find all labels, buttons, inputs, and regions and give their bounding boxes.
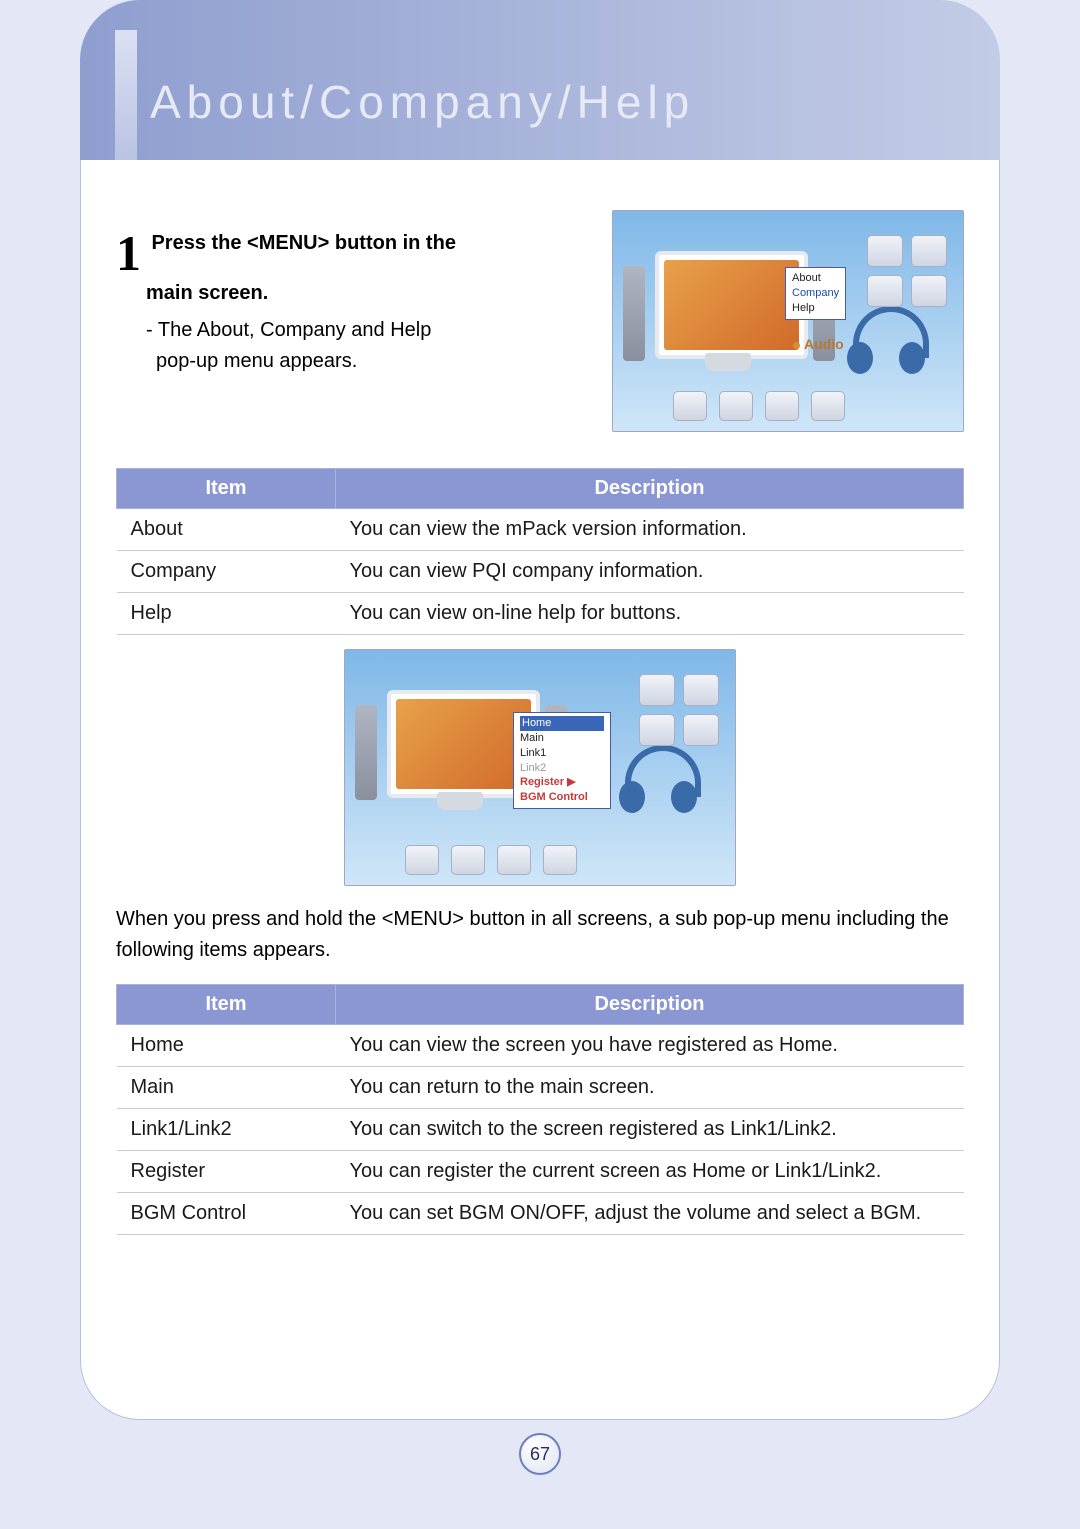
step-1-row: 1 Press the <MENU> button in the main sc… (116, 210, 964, 432)
thumb-icon (451, 845, 485, 875)
thumb-icon (543, 845, 577, 875)
thumb-grid (867, 235, 947, 307)
cell-desc: You can view the mPack version informati… (336, 509, 964, 551)
popup-item: Link2 (520, 761, 604, 776)
thumb-icon (867, 275, 903, 307)
table-row: Company You can view PQI company informa… (117, 551, 964, 593)
table-row: Help You can view on-line help for butto… (117, 593, 964, 635)
thumb-icon (811, 391, 845, 421)
popup-item: Company (792, 286, 839, 301)
thumb-icon (911, 275, 947, 307)
cell-item: Help (117, 593, 336, 635)
step-bold-line-1: Press the <MENU> button in the (151, 232, 455, 254)
bottom-icon-row (405, 845, 577, 875)
table-row: Register You can register the current sc… (117, 1151, 964, 1193)
popup-item: Main (520, 731, 604, 746)
thumb-icon (639, 674, 675, 706)
mid-paragraph: When you press and hold the <MENU> butto… (116, 904, 964, 966)
headphones-icon (619, 745, 697, 815)
thumb-icon (497, 845, 531, 875)
popup-item: Link1 (520, 746, 604, 761)
table-row: Home You can view the screen you have re… (117, 1025, 964, 1067)
popup-menu-2: Home Main Link1 Link2 Register ▶ BGM Con… (513, 712, 611, 809)
manual-page: About/Company/Help 1 Press the <MENU> bu… (0, 0, 1080, 1529)
thumb-icon (765, 391, 799, 421)
cell-item: Home (117, 1025, 336, 1067)
thumb-icon (673, 391, 707, 421)
thumb-icon (719, 391, 753, 421)
popup-item: Home (520, 716, 604, 731)
cell-desc: You can view the screen you have registe… (336, 1025, 964, 1067)
cell-item: BGM Control (117, 1193, 336, 1235)
speaker-icon (355, 705, 377, 800)
step-number: 1 (116, 228, 141, 278)
step-sub-line-2: pop-up menu appears. (146, 346, 584, 377)
step-sub-line-1: - The About, Company and Help (146, 315, 584, 346)
popup-item: Register ▶ (520, 775, 604, 790)
screenshot-2: Home Main Link1 Link2 Register ▶ BGM Con… (344, 649, 736, 886)
thumb-grid (639, 674, 719, 746)
table-row: About You can view the mPack version inf… (117, 509, 964, 551)
step-1-text: 1 Press the <MENU> button in the main sc… (116, 210, 584, 377)
cell-item: About (117, 509, 336, 551)
headphones-icon (847, 306, 925, 376)
tv-stand-icon (705, 353, 751, 371)
cell-item: Company (117, 551, 336, 593)
thumb-icon (405, 845, 439, 875)
cell-item: Link1/Link2 (117, 1109, 336, 1151)
table-row: Main You can return to the main screen. (117, 1067, 964, 1109)
th-desc: Description (336, 985, 964, 1025)
step-bold-line-2: main screen. (146, 282, 268, 304)
page-title: About/Company/Help (150, 75, 695, 129)
bottom-icon-row (673, 391, 845, 421)
th-item: Item (117, 985, 336, 1025)
screenshot-1: About Company Help Audio (612, 210, 964, 432)
popup-item: Help (792, 301, 839, 316)
table-row: BGM Control You can set BGM ON/OFF, adju… (117, 1193, 964, 1235)
cell-item: Main (117, 1067, 336, 1109)
thumb-icon (683, 674, 719, 706)
cell-desc: You can view on-line help for buttons. (336, 593, 964, 635)
cell-desc: You can set BGM ON/OFF, adjust the volum… (336, 1193, 964, 1235)
section-label: Audio (793, 336, 844, 352)
thumb-icon (639, 714, 675, 746)
th-item: Item (117, 469, 336, 509)
tv-stand-icon (437, 792, 483, 810)
thumb-icon (911, 235, 947, 267)
page-number: 67 (519, 1433, 561, 1475)
thumb-icon (867, 235, 903, 267)
table-row: Link1/Link2 You can switch to the screen… (117, 1109, 964, 1151)
speaker-icon (623, 266, 645, 361)
bullet-icon (793, 342, 800, 349)
thumb-icon (683, 714, 719, 746)
table-2: Item Description Home You can view the s… (116, 984, 964, 1235)
cell-item: Register (117, 1151, 336, 1193)
th-desc: Description (336, 469, 964, 509)
cell-desc: You can register the current screen as H… (336, 1151, 964, 1193)
cell-desc: You can view PQI company information. (336, 551, 964, 593)
table-1: Item Description About You can view the … (116, 468, 964, 635)
content-box: 1 Press the <MENU> button in the main sc… (80, 160, 1000, 1420)
popup-item: BGM Control (520, 790, 604, 805)
cell-desc: You can return to the main screen. (336, 1067, 964, 1109)
header-accent (115, 30, 137, 160)
popup-item: About (792, 271, 839, 286)
popup-menu-1: About Company Help (785, 267, 846, 320)
cell-desc: You can switch to the screen registered … (336, 1109, 964, 1151)
